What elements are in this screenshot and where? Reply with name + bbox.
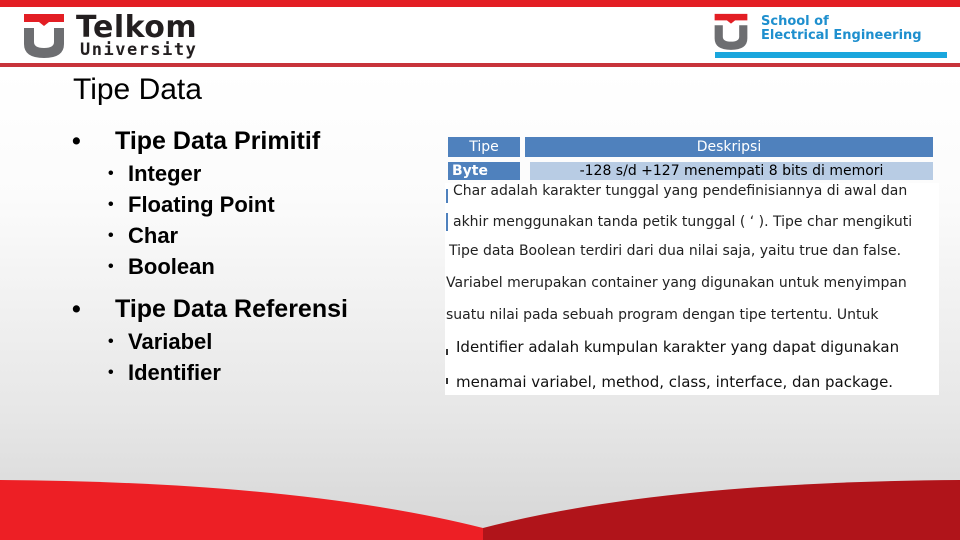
sub-bullet: • Integer: [72, 158, 432, 189]
bullet-icon: •: [72, 295, 81, 323]
bullet-primitif: • Tipe Data Primitif: [72, 124, 432, 158]
sub-bullet-label: Variabel: [128, 329, 213, 354]
school-name-line2: Electrical Engineering: [761, 28, 922, 43]
slide-title: Tipe Data: [73, 73, 202, 106]
sub-bullet: • Boolean: [72, 251, 432, 282]
paragraph-variabel-1: Variabel merupakan container yang diguna…: [446, 275, 907, 291]
column-header-deskripsi: Deskripsi: [525, 137, 933, 157]
telkom-u-icon: [24, 14, 64, 58]
bullet-icon: •: [108, 364, 114, 381]
school-name-line1: School of: [761, 14, 829, 29]
border-mark: [446, 189, 448, 203]
paragraph-identifier-2: menamai variabel, method, class, interfa…: [456, 373, 894, 391]
sub-bullet: • Identifier: [72, 357, 432, 388]
data-type-description-panel: Tipe Deskripsi Byte -128 s/d +127 menemp…: [443, 133, 941, 397]
logo-subtitle: University: [80, 40, 198, 60]
bullet-icon: •: [108, 333, 114, 350]
bullet-referensi: • Tipe Data Referensi: [72, 292, 432, 326]
bullet-icon: •: [108, 165, 114, 182]
paragraph-boolean: Tipe data Boolean terdiri dari dua nilai…: [449, 243, 902, 259]
sub-bullet: • Variabel: [72, 326, 432, 357]
sub-bullet-label: Floating Point: [128, 192, 275, 217]
footer-wave: [0, 480, 960, 540]
paragraph-variabel-2: suatu nilai pada sebuah program dengan t…: [446, 307, 879, 323]
bullet-icon: •: [108, 227, 114, 244]
footer-wave-right: [483, 480, 960, 540]
border-mark: [446, 213, 448, 231]
column-header-tipe: Tipe: [448, 137, 520, 157]
sub-bullet: • Floating Point: [72, 189, 432, 220]
telkom-u-icon: [714, 13, 748, 50]
telkom-university-logo: Telkom University: [22, 12, 222, 60]
border-mark: [446, 378, 448, 384]
paragraph-char-1: Char adalah karakter tunggal yang pendef…: [453, 183, 908, 199]
sub-bullet: • Char: [72, 220, 432, 251]
sub-bullet-label: Identifier: [128, 360, 221, 385]
header-divider: [0, 63, 960, 67]
sub-bullet-label: Integer: [128, 161, 202, 186]
paragraph-char-2: akhir menggunakan tanda petik tunggal ( …: [453, 214, 913, 230]
bullet-icon: •: [108, 258, 114, 275]
paragraph-identifier-1: Identifier adalah kumpulan karakter yang…: [456, 338, 900, 356]
school-blue-rule: [715, 52, 947, 58]
footer-wave-left: [0, 480, 483, 540]
cell-description: -128 s/d +127 menempati 8 bits di memori: [530, 162, 933, 180]
bullet-label: Tipe Data Primitif: [115, 127, 321, 155]
bullet-label: Tipe Data Referensi: [115, 295, 348, 323]
sub-bullet-label: Boolean: [128, 254, 215, 279]
sub-bullet-label: Char: [128, 223, 179, 248]
top-red-bar: [0, 0, 960, 7]
bullet-icon: •: [72, 127, 81, 155]
border-mark: [446, 349, 448, 355]
bullet-icon: •: [108, 196, 114, 213]
bullet-list: • Tipe Data Primitif • Integer • Floating …: [72, 124, 432, 388]
school-logo: School of Electrical Engineering: [713, 12, 953, 60]
cell-type: Byte: [448, 162, 520, 180]
